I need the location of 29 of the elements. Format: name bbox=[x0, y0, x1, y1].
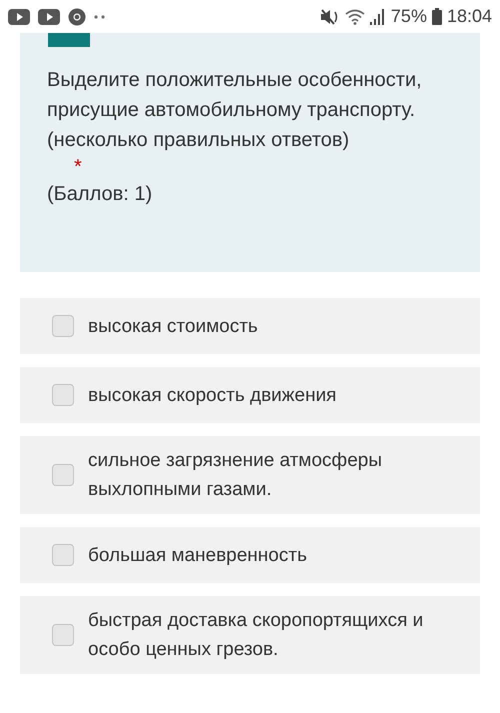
video-app-icon bbox=[8, 8, 30, 24]
battery-icon bbox=[432, 8, 442, 25]
answer-option[interactable]: быстрая доставка скоропортящихся и особо ценных грезов. bbox=[20, 596, 480, 674]
signal-icon bbox=[370, 8, 386, 24]
option-label: высокая стоимость bbox=[88, 314, 258, 338]
checkbox[interactable] bbox=[52, 384, 74, 406]
video-app-icon bbox=[38, 8, 60, 24]
option-label: большая маневренность bbox=[88, 544, 307, 568]
accent-bar bbox=[48, 33, 90, 47]
question-text: Выделите положительные особенности, присущие автомобильному транспорту. (несколько правильных ответов) bbox=[47, 68, 423, 153]
wifi-icon bbox=[344, 8, 365, 24]
answer-option[interactable]: высокая скорость движения bbox=[20, 367, 480, 423]
clock: 18:04 bbox=[446, 5, 492, 28]
answer-option[interactable]: сильное загрязнение атмосферы выхлопными газами. bbox=[20, 436, 480, 514]
answer-option[interactable]: высокая стоимость bbox=[20, 298, 480, 354]
more-dots-icon bbox=[94, 14, 106, 18]
checkbox[interactable] bbox=[52, 464, 74, 486]
browser-icon bbox=[68, 8, 86, 26]
option-label: сильное загрязнение атмосферы выхлопными газами. bbox=[88, 449, 383, 502]
checkbox[interactable] bbox=[52, 624, 74, 646]
points-text: (Баллов: 1) bbox=[47, 182, 154, 207]
required-mark: * bbox=[73, 155, 83, 179]
option-label: высокая скорость движения bbox=[88, 384, 336, 408]
checkbox[interactable] bbox=[52, 315, 74, 337]
answer-option[interactable]: большая маневренность bbox=[20, 527, 480, 583]
checkbox[interactable] bbox=[52, 544, 74, 566]
mute-icon bbox=[320, 8, 340, 24]
battery-percent: 75% bbox=[390, 5, 427, 28]
option-label: быстрая доставка скоропортящихся и особо ценных грезов. bbox=[88, 609, 424, 662]
